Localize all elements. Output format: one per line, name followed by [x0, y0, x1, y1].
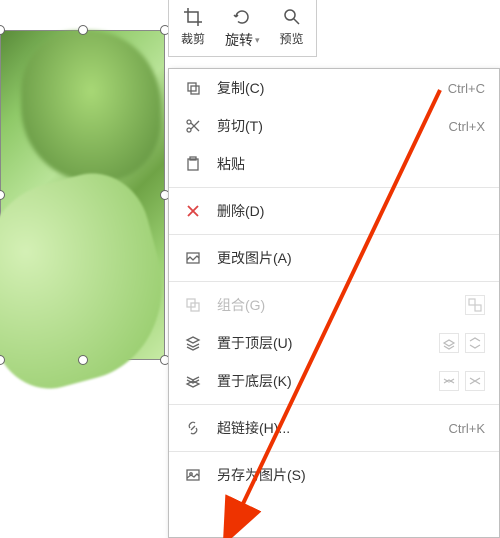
menu-delete-label: 删除(D)	[217, 201, 485, 221]
link-icon	[183, 418, 203, 438]
menu-copy-label: 复制(C)	[217, 78, 448, 98]
menu-delete[interactable]: 删除(D)	[169, 192, 499, 230]
send-backward-alt-icon[interactable]	[465, 371, 485, 391]
copy-icon	[183, 78, 203, 98]
menu-bring-front-label: 置于顶层(U)	[217, 333, 439, 353]
context-menu: 复制(C) Ctrl+C 剪切(T) Ctrl+X 粘贴 删除(D) 更改图片(…	[168, 68, 500, 538]
menu-cut[interactable]: 剪切(T) Ctrl+X	[169, 107, 499, 145]
menu-change-picture[interactable]: 更改图片(A)	[169, 239, 499, 277]
menu-send-back-label: 置于底层(K)	[217, 371, 439, 391]
crop-button[interactable]: 裁剪	[171, 2, 215, 54]
rotate-label: 旋转	[225, 30, 253, 50]
menu-send-back[interactable]: 置于底层(K)	[169, 362, 499, 400]
rotate-button[interactable]: 旋转▾	[215, 2, 270, 54]
menu-copy-shortcut: Ctrl+C	[448, 81, 485, 96]
image-swap-icon	[183, 248, 203, 268]
menu-bring-front[interactable]: 置于顶层(U)	[169, 324, 499, 362]
preview-button[interactable]: 预览	[270, 2, 314, 54]
image-save-icon	[183, 465, 203, 485]
menu-change-picture-label: 更改图片(A)	[217, 248, 485, 268]
separator	[169, 404, 499, 405]
image-toolbar: 裁剪 旋转▾ 预览	[168, 0, 317, 57]
menu-cut-label: 剪切(T)	[217, 116, 449, 136]
ungroup-icon	[465, 295, 485, 315]
separator	[169, 281, 499, 282]
crop-label: 裁剪	[181, 30, 205, 47]
separator	[169, 187, 499, 188]
layers-bottom-icon	[183, 371, 203, 391]
separator	[169, 234, 499, 235]
bring-forward-icon[interactable]	[439, 333, 459, 353]
send-backward-icon[interactable]	[439, 371, 459, 391]
menu-cut-shortcut: Ctrl+X	[449, 119, 485, 134]
preview-label: 预览	[280, 30, 304, 47]
menu-group-label: 组合(G)	[217, 295, 465, 315]
menu-save-as-picture[interactable]: 另存为图片(S)	[169, 456, 499, 494]
menu-copy[interactable]: 复制(C) Ctrl+C	[169, 69, 499, 107]
menu-paste-label: 粘贴	[217, 154, 485, 174]
group-icon	[183, 295, 203, 315]
resize-handle[interactable]	[78, 355, 88, 365]
bring-forward-alt-icon[interactable]	[465, 333, 485, 353]
layers-top-icon	[183, 333, 203, 353]
magnify-icon	[281, 6, 303, 28]
rotate-icon	[231, 6, 253, 28]
menu-hyperlink[interactable]: 超链接(H)... Ctrl+K	[169, 409, 499, 447]
chevron-down-icon: ▾	[255, 35, 260, 46]
menu-hyperlink-shortcut: Ctrl+K	[449, 421, 485, 436]
menu-save-as-picture-label: 另存为图片(S)	[217, 465, 485, 485]
crop-icon	[182, 6, 204, 28]
separator	[169, 451, 499, 452]
selected-image[interactable]	[0, 30, 165, 360]
resize-handle[interactable]	[78, 25, 88, 35]
paste-icon	[183, 154, 203, 174]
menu-group: 组合(G)	[169, 286, 499, 324]
menu-paste[interactable]: 粘贴	[169, 145, 499, 183]
scissors-icon	[183, 116, 203, 136]
menu-hyperlink-label: 超链接(H)...	[217, 418, 449, 438]
delete-icon	[183, 201, 203, 221]
